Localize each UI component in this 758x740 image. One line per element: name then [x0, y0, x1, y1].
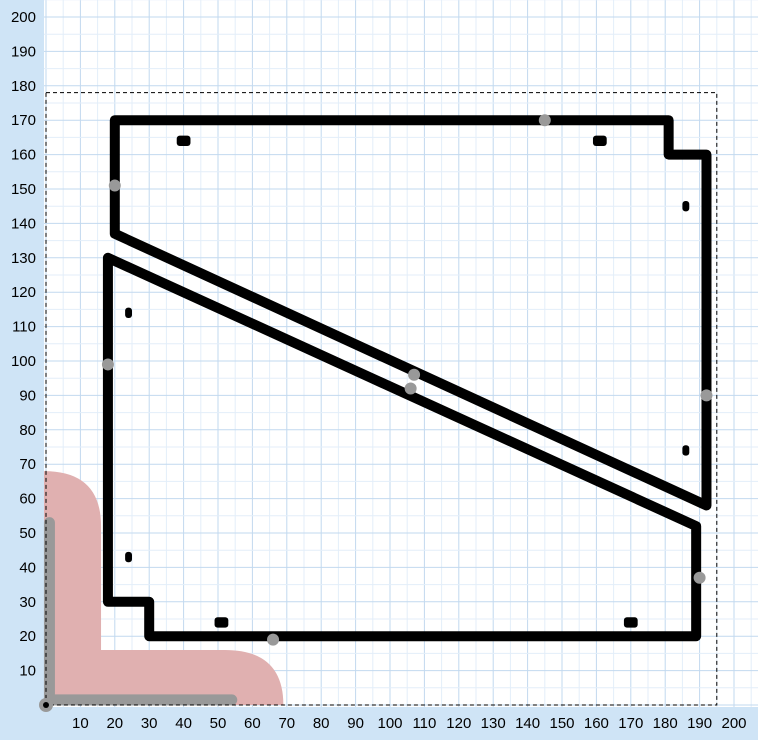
tab-marker — [682, 445, 690, 456]
tab-marker — [592, 135, 607, 146]
y-tick-label: 70 — [19, 456, 36, 473]
plate-canvas[interactable]: 10 20 30 40 50 60 70 80 90 100 110 120 130 140 150 160 1… — [0, 0, 758, 735]
x-tick-label: 120 — [446, 715, 471, 732]
edge-marker-dot — [108, 179, 121, 192]
x-tick-label: 70 — [278, 715, 295, 732]
tab-marker — [125, 307, 132, 318]
x-tick-label: 180 — [653, 715, 678, 732]
x-axis-tick-labels: 10 20 30 40 50 60 70 80 90 100 110 120 130 140 150 160 1… — [72, 715, 746, 732]
edge-marker-dot — [693, 571, 706, 584]
tab-marker — [125, 551, 132, 563]
x-tick-label: 110 — [412, 715, 436, 732]
y-tick-label: 110 — [12, 319, 36, 336]
y-tick-label: 120 — [11, 284, 36, 301]
y-tick-label: 130 — [11, 250, 36, 267]
tab-marker — [682, 201, 690, 212]
x-tick-label: 90 — [347, 715, 364, 732]
y-tick-label: 150 — [11, 181, 36, 198]
x-tick-label: 130 — [481, 715, 506, 732]
y-tick-label: 200 — [11, 9, 36, 26]
edge-marker-dot — [267, 633, 280, 646]
tab-marker — [214, 617, 229, 628]
edge-marker-dot — [408, 368, 421, 381]
y-tick-label: 80 — [19, 422, 36, 439]
y-tick-label: 40 — [19, 559, 36, 576]
y-tick-label: 100 — [11, 353, 36, 370]
edge-marker-dot — [404, 382, 417, 395]
x-tick-label: 160 — [584, 715, 609, 732]
x-tick-label: 200 — [721, 715, 746, 732]
y-tick-label: 50 — [19, 525, 36, 542]
x-tick-label: 100 — [377, 715, 402, 732]
edge-marker-dot — [538, 114, 551, 127]
edge-marker-dot — [700, 389, 713, 402]
layout-editor-canvas[interactable]: 10 20 30 40 50 60 70 80 90 100 110 120 130 140 150 160 1… — [0, 0, 758, 735]
x-tick-label: 10 — [72, 715, 89, 732]
x-tick-label: 80 — [313, 715, 330, 732]
x-tick-label: 150 — [549, 715, 574, 732]
y-tick-label: 20 — [19, 628, 36, 645]
y-tick-label: 30 — [19, 594, 36, 611]
tab-marker — [176, 135, 191, 146]
y-tick-label: 170 — [11, 112, 36, 129]
x-tick-label: 140 — [515, 715, 540, 732]
y-tick-label: 10 — [19, 663, 36, 680]
y-tick-label: 90 — [19, 387, 36, 404]
y-tick-label: 60 — [19, 491, 36, 508]
y-tick-label: 140 — [11, 215, 36, 232]
x-tick-label: 30 — [141, 715, 158, 732]
x-tick-label: 20 — [106, 715, 123, 732]
y-tick-label: 190 — [11, 43, 36, 60]
x-tick-label: 60 — [244, 715, 261, 732]
x-tick-label: 190 — [687, 715, 712, 732]
x-tick-label: 40 — [175, 715, 192, 732]
x-tick-label: 170 — [618, 715, 643, 732]
tab-marker — [623, 617, 638, 628]
y-axis-tick-labels: 10 20 30 40 50 60 70 80 90 100 110 120 130 140 150 160 1… — [11, 9, 36, 680]
y-tick-label: 160 — [11, 147, 36, 164]
origin-center — [43, 702, 49, 708]
y-tick-label: 180 — [11, 78, 36, 95]
x-tick-label: 50 — [210, 715, 227, 732]
edge-marker-dot — [101, 358, 114, 371]
